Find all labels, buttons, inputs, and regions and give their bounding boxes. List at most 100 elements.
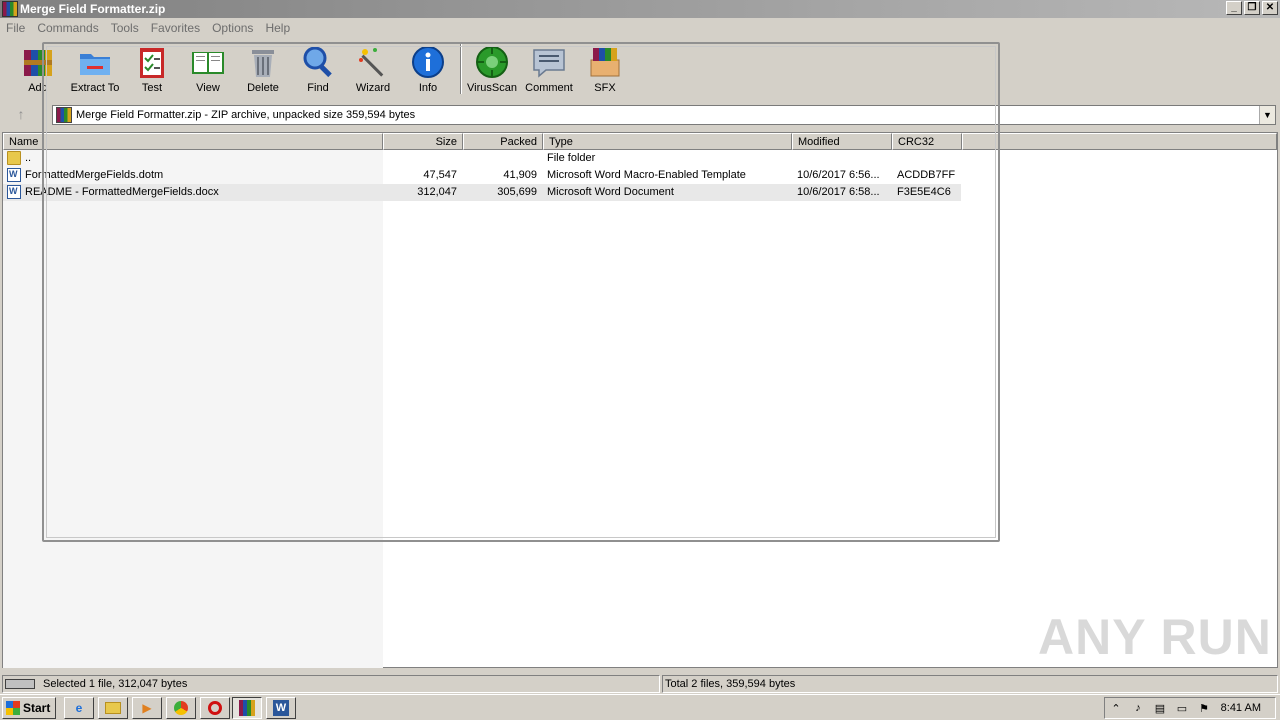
row-crc32: ACDDB7FF xyxy=(897,169,956,181)
info-button[interactable]: Info xyxy=(400,44,456,94)
start-button[interactable]: Start xyxy=(2,697,56,719)
menu-file[interactable]: File xyxy=(0,21,31,35)
row-name: FormattedMergeFields.dotm xyxy=(25,169,164,181)
table-row[interactable]: FormattedMergeFields.dotm 47,547 41,909 … xyxy=(3,167,983,184)
start-label: Start xyxy=(23,701,51,715)
ie-taskbar-button[interactable]: e xyxy=(64,697,94,719)
sfx-label: SFX xyxy=(594,82,616,94)
virusscan-button[interactable]: VirusScan xyxy=(464,44,520,94)
winrar-app-icon[interactable] xyxy=(2,1,18,17)
row-name: .. xyxy=(25,152,32,164)
up-arrow-icon[interactable]: ↑ xyxy=(10,106,32,124)
comment-button[interactable]: Comment xyxy=(521,44,577,94)
folder-icon xyxy=(7,151,21,165)
explorer-taskbar-button[interactable] xyxy=(98,697,128,719)
minimize-button[interactable]: _ xyxy=(1226,1,1242,15)
row-modified: 10/6/2017 6:58... xyxy=(797,186,880,198)
ie-icon: e xyxy=(75,701,83,715)
column-modified[interactable]: Modified xyxy=(792,133,892,150)
toolbar-separator xyxy=(460,44,462,94)
row-packed: 305,699 xyxy=(497,186,537,198)
row-packed: 41,909 xyxy=(503,169,537,181)
address-text: Merge Field Formatter.zip - ZIP archive,… xyxy=(76,109,416,121)
column-name[interactable]: Name xyxy=(3,133,383,150)
column-headers: Name Size Packed Type Modified CRC32 xyxy=(3,133,1277,150)
word-icon: W xyxy=(273,700,289,716)
test-button[interactable]: Test xyxy=(124,44,180,94)
menu-options[interactable]: Options xyxy=(206,21,259,35)
row-crc32: F3E5E4C6 xyxy=(897,186,951,198)
volume-icon[interactable]: ♪ xyxy=(1130,702,1146,714)
view-button[interactable]: View xyxy=(180,44,236,94)
info-label: Info xyxy=(418,82,438,94)
word-doc-icon xyxy=(7,168,21,182)
status-left-text: Selected 1 file, 312,047 bytes xyxy=(43,678,188,690)
column-crc32[interactable]: CRC32 xyxy=(892,133,962,150)
address-bar: ↑ Merge Field Formatter.zip - ZIP archiv… xyxy=(0,102,1280,128)
taskbar: Start e ▶ W ⌃ ♪ ▤ ▭ ⚑ 8:41 AM xyxy=(0,694,1280,720)
network-icon[interactable]: ▤ xyxy=(1152,702,1168,715)
column-type[interactable]: Type xyxy=(543,133,792,150)
view-book-icon xyxy=(190,44,226,80)
wizard-label: Wizard xyxy=(355,82,391,94)
word-taskbar-button[interactable]: W xyxy=(266,697,296,719)
sorted-column-highlight xyxy=(3,150,383,668)
status-right-text: Total 2 files, 359,594 bytes xyxy=(665,678,796,690)
find-button[interactable]: Find xyxy=(290,44,346,94)
add-button[interactable]: Add xyxy=(10,44,66,94)
archive-icon xyxy=(56,107,72,123)
menu-commands[interactable]: Commands xyxy=(31,21,104,35)
row-type: Microsoft Word Macro-Enabled Template xyxy=(547,169,746,181)
status-total: Total 2 files, 359,594 bytes xyxy=(662,675,1278,693)
test-label: Test xyxy=(141,82,163,94)
winrar-taskbar-button[interactable] xyxy=(232,697,262,719)
comment-label: Comment xyxy=(525,82,573,94)
delete-button[interactable]: Delete xyxy=(235,44,291,94)
menu-tools[interactable]: Tools xyxy=(105,21,145,35)
find-label: Find xyxy=(307,82,329,94)
status-bar: Selected 1 file, 312,047 bytes Total 2 f… xyxy=(0,674,1280,694)
title-bar: Merge Field Formatter.zip _ ❐ ✕ xyxy=(0,0,1280,18)
winrar-icon xyxy=(239,700,255,716)
row-name: README - FormattedMergeFields.docx xyxy=(25,186,219,198)
menu-help[interactable]: Help xyxy=(259,21,296,35)
chrome-taskbar-button[interactable] xyxy=(166,697,196,719)
table-row-selected[interactable]: README - FormattedMergeFields.docx 312,0… xyxy=(3,184,961,201)
windows-logo-icon xyxy=(6,701,20,715)
row-type: File folder xyxy=(547,152,596,164)
file-list[interactable]: Name Size Packed Type Modified CRC32 .. … xyxy=(2,132,1278,668)
magnifier-icon xyxy=(300,44,336,80)
toolbar: Add Extract To Test View Delete Find Wiz… xyxy=(0,38,1280,100)
address-field[interactable]: Merge Field Formatter.zip - ZIP archive,… xyxy=(52,105,1276,125)
wizard-button[interactable]: Wizard xyxy=(345,44,401,94)
close-button[interactable]: ✕ xyxy=(1262,1,1278,15)
add-archive-icon xyxy=(20,44,56,80)
clock[interactable]: 8:41 AM xyxy=(1221,702,1261,714)
drive-icon[interactable] xyxy=(5,679,35,689)
opera-taskbar-button[interactable] xyxy=(200,697,230,719)
column-size[interactable]: Size xyxy=(383,133,463,150)
extract-to-label: Extract To xyxy=(70,82,120,94)
restore-button[interactable]: ❐ xyxy=(1244,1,1260,15)
menu-favorites[interactable]: Favorites xyxy=(145,21,206,35)
add-label: Add xyxy=(28,82,48,94)
wand-icon xyxy=(355,44,391,80)
media-player-taskbar-button[interactable]: ▶ xyxy=(132,697,162,719)
window-title: Merge Field Formatter.zip xyxy=(20,2,166,16)
status-selection: Selected 1 file, 312,047 bytes xyxy=(2,675,660,693)
sfx-box-icon xyxy=(587,44,623,80)
chevron-down-icon[interactable]: ▼ xyxy=(1259,106,1275,124)
menu-bar: File Commands Tools Favorites Options He… xyxy=(0,18,1280,38)
table-row[interactable]: .. File folder xyxy=(3,150,983,167)
chrome-icon xyxy=(174,701,188,715)
row-size: 312,047 xyxy=(417,186,457,198)
folder-icon xyxy=(105,702,121,714)
anyrun-watermark: ANY RUN xyxy=(1038,609,1272,665)
virusscan-label: VirusScan xyxy=(467,82,517,94)
display-icon[interactable]: ▭ xyxy=(1174,702,1190,715)
sfx-button[interactable]: SFX xyxy=(577,44,633,94)
action-center-flag-icon[interactable]: ⚑ xyxy=(1196,702,1212,715)
column-packed[interactable]: Packed xyxy=(463,133,543,150)
show-hidden-icons-icon[interactable]: ⌃ xyxy=(1108,702,1124,715)
extract-to-button[interactable]: Extract To xyxy=(67,44,123,94)
